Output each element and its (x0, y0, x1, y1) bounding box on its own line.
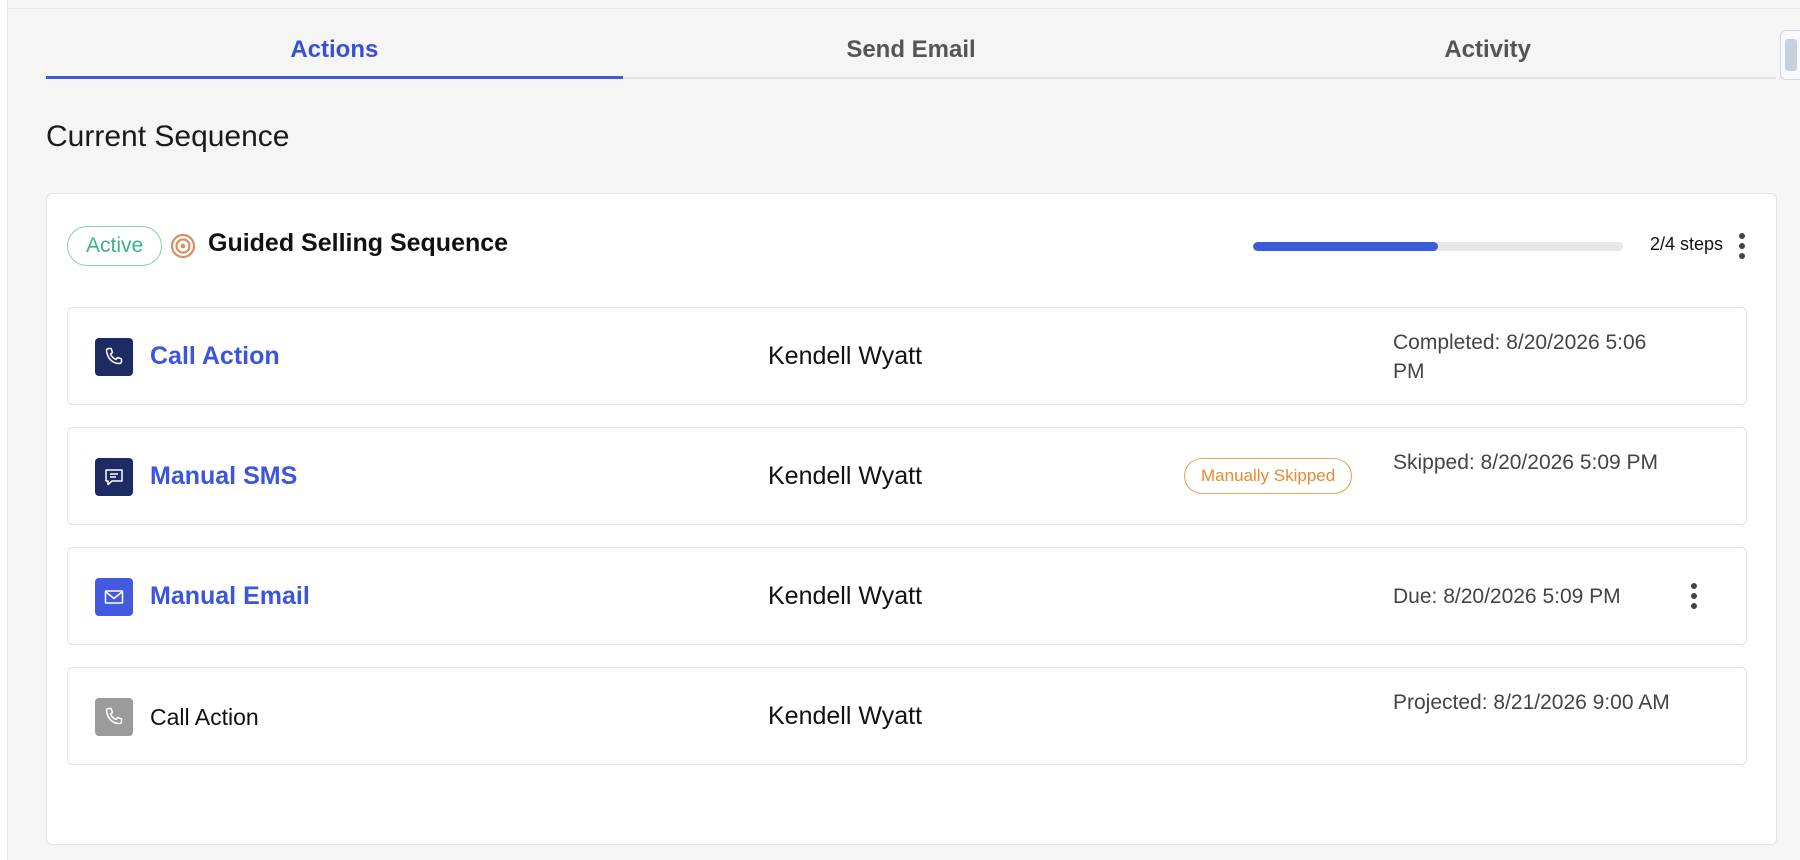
action-status: Due: 8/20/2026 5:09 PM (1393, 585, 1621, 608)
action-title-link[interactable]: Call Action (150, 342, 280, 371)
skipped-badge: Manually Skipped (1184, 458, 1353, 494)
sequence-header: Active Guided Selling Sequence 2/4 steps (67, 226, 1756, 266)
sequence-panel: Actions Send Email Activity Current Sequ… (7, 0, 1800, 860)
section-title: Current Sequence (46, 120, 290, 153)
action-title: Call Action (150, 704, 259, 730)
sequence-name: Guided Selling Sequence (208, 229, 509, 257)
action-row: Call Action Kendell Wyatt Completed: 8/2… (67, 307, 1747, 405)
target-icon (170, 233, 196, 259)
progress-bar (1253, 242, 1623, 251)
assignee-name: Kendell Wyatt (768, 582, 923, 610)
action-status: Skipped: 8/20/2026 5:09 PM (1393, 451, 1659, 474)
phone-icon (95, 698, 133, 736)
action-row: Manual SMS Kendell Wyatt Manually Skippe… (67, 427, 1747, 525)
collapse-handle[interactable] (1780, 30, 1800, 80)
phone-icon (95, 338, 133, 376)
action-title-link[interactable]: Manual SMS (150, 462, 297, 491)
assignee-name: Kendell Wyatt (768, 462, 923, 490)
assignee-name: Kendell Wyatt (768, 342, 923, 370)
status-badge: Active (67, 226, 163, 266)
tab-send-email[interactable]: Send Email (623, 20, 1200, 77)
tab-activity[interactable]: Activity (1199, 20, 1776, 77)
action-status: Completed: 8/20/2026 5:06 PM (1393, 331, 1647, 383)
action-row: Manual Email Kendell Wyatt Due: 8/20/202… (67, 547, 1747, 645)
tab-bar: Actions Send Email Activity (46, 20, 1776, 79)
top-divider (8, 8, 1800, 9)
tab-actions[interactable]: Actions (46, 20, 623, 79)
sequence-card: Active Guided Selling Sequence 2/4 steps (46, 193, 1777, 845)
sequence-more-icon[interactable] (1730, 230, 1754, 262)
progress-fill (1253, 242, 1438, 251)
action-title-link[interactable]: Manual Email (150, 582, 310, 611)
action-row: Call Action Kendell Wyatt Projected: 8/2… (67, 667, 1747, 765)
action-status: Projected: 8/21/2026 9:00 AM (1393, 691, 1670, 714)
steps-count: 2/4 steps (1650, 234, 1724, 254)
action-more-icon[interactable] (1682, 580, 1706, 612)
mail-icon (95, 578, 133, 616)
assignee-name: Kendell Wyatt (768, 702, 923, 730)
chat-icon (95, 458, 133, 496)
